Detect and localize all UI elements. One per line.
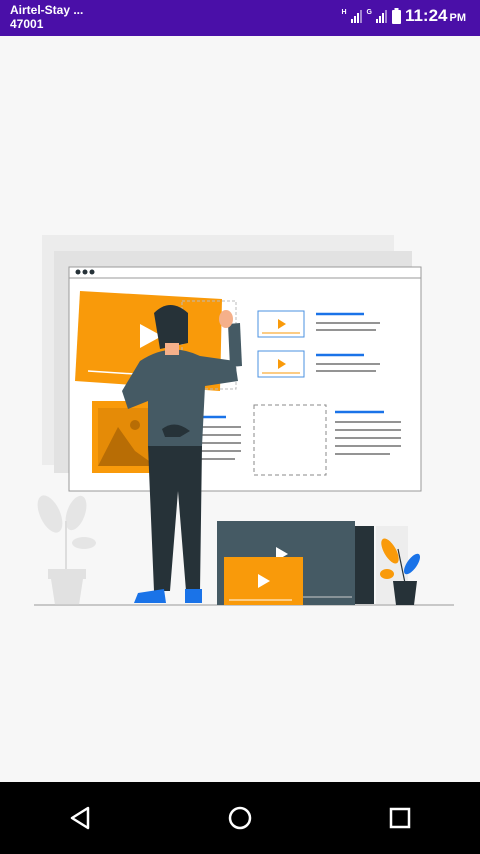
signal-icon-2 bbox=[375, 10, 387, 23]
back-button[interactable] bbox=[50, 788, 110, 848]
carrier-info: Airtel-Stay ... 47001 bbox=[10, 3, 83, 31]
clock: 11:24 bbox=[404, 6, 448, 25]
window-dot-2 bbox=[82, 269, 88, 275]
status-icons: H G 11:24 PM bbox=[341, 6, 466, 26]
sun-icon bbox=[130, 420, 140, 430]
home-circle-icon bbox=[228, 806, 252, 830]
recents-button[interactable] bbox=[370, 788, 430, 848]
carrier-name: Airtel-Stay ... bbox=[10, 3, 84, 17]
main-content bbox=[0, 36, 480, 782]
grey-plant bbox=[37, 495, 96, 605]
navigation-bar bbox=[0, 782, 480, 854]
person-hair bbox=[154, 305, 188, 349]
back-triangle-icon bbox=[70, 806, 90, 830]
person-neck bbox=[165, 343, 179, 355]
video-content-creator-illustration bbox=[34, 235, 454, 606]
signal-icon bbox=[350, 10, 362, 23]
person-hand bbox=[219, 310, 233, 328]
battery-icon bbox=[391, 8, 401, 24]
person-shoe-left bbox=[134, 589, 166, 603]
person-shoe-right bbox=[185, 589, 202, 603]
status-bar: Airtel-Stay ... 47001 H G 11:24 PM bbox=[0, 0, 480, 36]
carrier-code: 47001 bbox=[10, 17, 44, 31]
network-type-label: H bbox=[341, 8, 347, 16]
recents-square-icon bbox=[389, 807, 411, 829]
clock-ampm: PM bbox=[449, 12, 467, 24]
network-type-label-2: G bbox=[366, 8, 372, 16]
window-dot-1 bbox=[75, 269, 81, 275]
home-button[interactable] bbox=[210, 788, 270, 848]
person-legs bbox=[148, 446, 202, 591]
window-dot-3 bbox=[89, 269, 95, 275]
